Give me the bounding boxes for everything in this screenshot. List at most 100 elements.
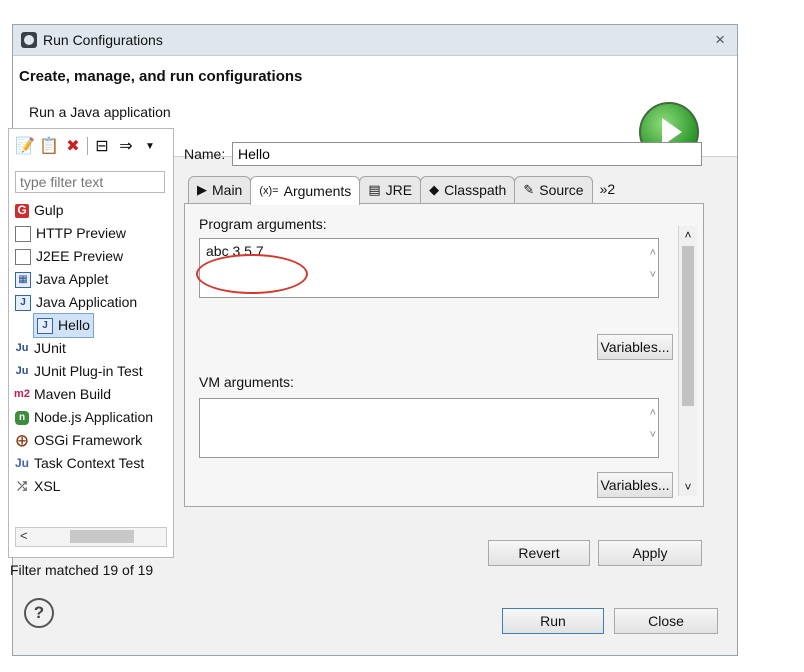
delete-icon[interactable]: ✖ xyxy=(63,136,83,156)
filter-status: Filter matched 19 of 19 xyxy=(10,562,154,578)
tree-item-task-context-test[interactable]: Ju Task Context Test xyxy=(15,452,170,475)
tree-item-label: Hello xyxy=(58,317,90,333)
program-arguments-value: abc 3 5.7 xyxy=(206,243,264,259)
tree-item-label: JUnit xyxy=(34,340,66,356)
xsl-icon: ⤮ xyxy=(17,479,27,493)
tree-item-label: Task Context Test xyxy=(34,455,145,471)
header-title: Create, manage, and run configurations xyxy=(19,68,303,85)
tab-label: Classpath xyxy=(444,182,507,198)
tree-item-label: XSL xyxy=(34,478,61,494)
main-tab-icon: ▶ xyxy=(197,182,207,197)
window-title: Run Configurations xyxy=(43,32,163,48)
config-name-input[interactable] xyxy=(232,142,702,166)
tree-item-label: J2EE Preview xyxy=(36,248,124,264)
junit-plugin-icon: Ju xyxy=(15,365,29,377)
filter-icon[interactable]: ⇒ xyxy=(116,136,136,156)
java-application-icon: J xyxy=(15,294,31,311)
jre-tab-icon: ▤ xyxy=(368,182,381,197)
run-button[interactable]: Run xyxy=(502,608,604,634)
name-label: Name: xyxy=(184,146,226,162)
tab-label: JRE xyxy=(385,182,413,198)
tree-item-j2ee-preview[interactable]: J2EE Preview xyxy=(15,245,170,268)
header-description: Run a Java application xyxy=(29,104,171,120)
program-arguments-label: Program arguments: xyxy=(199,216,327,232)
tab-label: Arguments xyxy=(283,183,352,199)
tree-horizontal-scrollbar[interactable]: < xyxy=(15,527,167,547)
gulp-icon: G xyxy=(15,203,29,218)
scroll-down-icon[interactable]: ˅ xyxy=(679,480,697,494)
tree-item-junit-plugin-test[interactable]: Ju JUnit Plug-in Test xyxy=(15,360,170,383)
osgi-icon: ⨁ xyxy=(16,433,28,447)
selected-config[interactable]: J Hello xyxy=(33,313,94,338)
collapse-all-icon[interactable]: ⊟ xyxy=(92,136,112,156)
apply-button[interactable]: Apply xyxy=(598,540,702,566)
nodejs-icon: n xyxy=(15,410,29,425)
title-bar: Run Configurations × xyxy=(13,25,737,56)
tab-source[interactable]: ✎ Source xyxy=(514,176,593,203)
tab-jre[interactable]: ▤ JRE xyxy=(359,176,422,203)
tree-item-label: Maven Build xyxy=(34,386,112,402)
tree-item-label: OSGi Framework xyxy=(34,432,143,448)
config-tree: G Gulp HTTP Preview J2EE Preview ▦ Java … xyxy=(14,199,170,498)
config-tree-panel: 📝 📋 ✖ ⊟ ⇒ ▼ G Gulp HTTP Preview J2EE Pre… xyxy=(8,128,174,558)
tree-item-java-applet[interactable]: ▦ Java Applet xyxy=(15,268,170,291)
junit-icon: Ju xyxy=(15,342,29,354)
scroll-up-icon[interactable]: ˄ xyxy=(679,228,697,242)
classpath-tab-icon: ◆ xyxy=(429,182,440,197)
maven-icon: m2 xyxy=(14,388,30,400)
arguments-tab-icon: (x)= xyxy=(259,185,279,197)
close-button[interactable]: Close xyxy=(614,608,718,634)
tree-item-maven-build[interactable]: m2 Maven Build xyxy=(14,383,170,406)
tree-item-label: Gulp xyxy=(34,202,64,218)
tree-item-nodejs-application[interactable]: n Node.js Application xyxy=(15,406,170,429)
java-applet-icon: ▦ xyxy=(15,271,31,288)
tree-item-label: HTTP Preview xyxy=(36,225,126,241)
revert-button[interactable]: Revert xyxy=(488,540,590,566)
dropdown-arrow-icon[interactable]: ▼ xyxy=(140,136,160,156)
toolbar-separator xyxy=(87,137,88,155)
vm-arguments-input[interactable]: ˄ ˅ xyxy=(199,398,659,458)
panel-vertical-scrollbar[interactable]: ˄ ˅ xyxy=(678,226,697,496)
source-tab-icon: ✎ xyxy=(523,182,535,197)
textarea-scroll-icon[interactable]: ˄ ˅ xyxy=(650,402,656,446)
tab-label: Main xyxy=(212,182,243,198)
tree-item-gulp[interactable]: G Gulp xyxy=(15,199,170,222)
scrollbar-thumb[interactable] xyxy=(682,246,694,406)
tree-item-junit[interactable]: Ju JUnit xyxy=(15,337,170,360)
eclipse-icon xyxy=(21,32,37,48)
tab-main[interactable]: ▶ Main xyxy=(188,176,252,203)
java-application-icon: J xyxy=(37,317,53,334)
tab-more[interactable]: »2 xyxy=(592,176,624,202)
task-context-icon: Ju xyxy=(15,456,30,470)
filter-input[interactable] xyxy=(15,171,165,193)
j2ee-preview-icon xyxy=(15,248,31,265)
tree-item-label: Java Application xyxy=(36,294,138,310)
tab-label: Source xyxy=(539,182,584,198)
vm-variables-button[interactable]: Variables... xyxy=(597,472,673,498)
new-config-icon[interactable]: 📝 xyxy=(15,136,35,156)
tree-item-java-application[interactable]: J Java Application xyxy=(15,291,170,314)
scroll-left-icon[interactable]: < xyxy=(20,528,28,543)
tab-arguments[interactable]: (x)= Arguments xyxy=(250,176,361,205)
program-variables-button[interactable]: Variables... xyxy=(597,334,673,360)
vm-arguments-label: VM arguments: xyxy=(199,374,294,390)
tab-label: »2 xyxy=(599,181,616,197)
tree-toolbar: 📝 📋 ✖ ⊟ ⇒ ▼ xyxy=(15,135,160,157)
tree-item-xsl[interactable]: ⤮ XSL xyxy=(15,475,170,498)
tree-item-osgi-framework[interactable]: ⨁ OSGi Framework xyxy=(15,429,170,452)
http-preview-icon xyxy=(15,225,31,242)
config-tabs: ▶ Main (x)= Arguments ▤ JRE ◆ Classpath … xyxy=(188,176,624,205)
tree-item-label: JUnit Plug-in Test xyxy=(34,363,143,379)
close-icon[interactable]: × xyxy=(715,30,725,50)
tree-item-label: Node.js Application xyxy=(34,409,154,425)
duplicate-icon[interactable]: 📋 xyxy=(39,136,59,156)
help-icon[interactable]: ? xyxy=(24,598,54,628)
tree-item-label: Java Applet xyxy=(36,271,109,287)
program-arguments-input[interactable]: abc 3 5.7 ˄ ˅ xyxy=(199,238,659,298)
tree-item-hello[interactable]: J Hello xyxy=(15,313,170,338)
scrollbar-thumb[interactable] xyxy=(70,530,134,543)
arguments-panel: Program arguments: abc 3 5.7 ˄ ˅ Variable… xyxy=(184,203,704,507)
tree-item-http-preview[interactable]: HTTP Preview xyxy=(15,222,170,245)
textarea-scroll-icon[interactable]: ˄ ˅ xyxy=(650,242,656,286)
tab-classpath[interactable]: ◆ Classpath xyxy=(420,176,516,203)
